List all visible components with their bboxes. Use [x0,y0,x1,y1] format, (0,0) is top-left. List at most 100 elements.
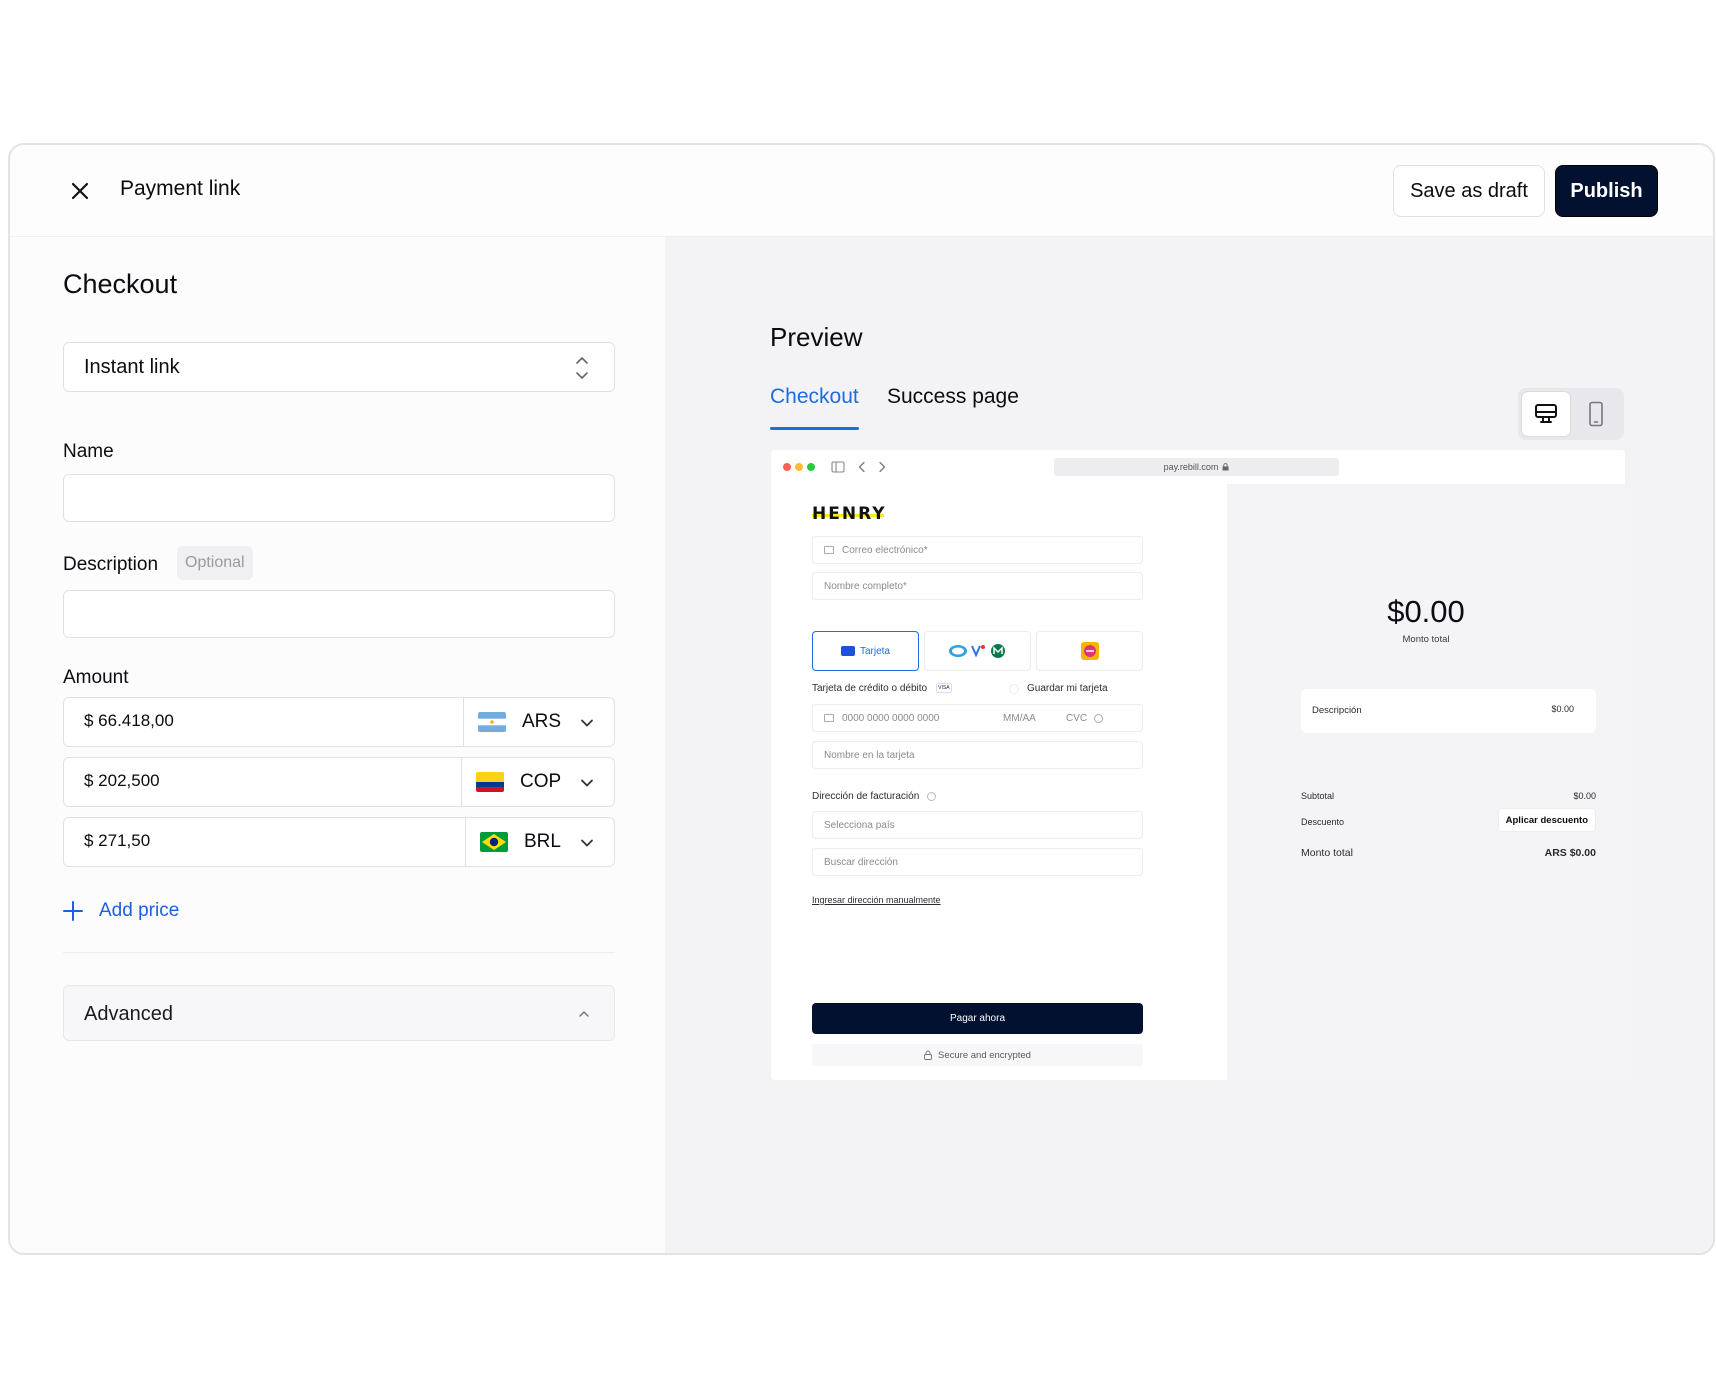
grand-total-label: Monto total [1301,847,1353,859]
browser-toolbar: pay.rebill.com [771,450,1625,484]
chevron-updown-icon [576,357,588,379]
total-amount: $0.00 [1387,594,1465,629]
desktop-icon [1535,404,1557,423]
window-maximize-dot [807,463,815,471]
subtotal-label: Subtotal [1301,791,1335,801]
lock-icon [1222,463,1229,471]
card-outline-icon [824,714,834,722]
save-card-label: Guardar mi tarjeta [1027,683,1108,694]
url-bar: pay.rebill.com [1054,458,1339,476]
description-input[interactable] [63,590,615,638]
pay-now-button[interactable]: Pagar ahora [812,1003,1143,1034]
link-type-value: Instant link [84,356,180,378]
wallet-logos-icon [948,644,1005,658]
card-section-text: Tarjeta de crédito o débito [812,683,928,694]
grand-total-value: ARS $0.00 [1544,847,1596,859]
currency-code: BRL [524,831,561,852]
window-close-dot [783,463,791,471]
manual-address-link[interactable]: Ingresar dirección manualmente [812,895,941,905]
save-card-radio[interactable] [1009,683,1019,694]
argentina-flag-icon [478,712,506,732]
currency-code: COP [520,771,562,792]
info-icon [1094,713,1103,723]
order-summary-preview: $0.00 Monto total Descripción $0.00 Subt… [1227,484,1625,1080]
card-number-placeholder: 0000 0000 0000 0000 [842,712,940,724]
description-line-card: Descripción $0.00 [1301,689,1596,733]
price-amount-input[interactable]: $ 271,50 [63,817,467,867]
sidebar-icon [831,461,845,473]
active-tab-indicator [770,427,859,430]
checkout-preview-browser: pay.rebill.com HENRY Correo electrónico*… [771,450,1625,1080]
currency-code: ARS [522,711,562,732]
payment-link-window: Payment link Save as draft Publish Check… [8,143,1715,1255]
currency-select[interactable]: BRL [465,817,615,867]
card-section-label: Tarjeta de crédito o débito VISA [812,683,952,694]
tab-success-page[interactable]: Success page [887,385,1019,409]
save-draft-button[interactable]: Save as draft [1393,165,1545,217]
description-label: Description [63,554,159,575]
add-price-button[interactable]: Add price [63,900,179,922]
mobile-view-button[interactable] [1571,391,1621,437]
email-field[interactable]: Correo electrónico* [812,536,1143,564]
secure-badge: Secure and encrypted [812,1044,1143,1066]
fullname-placeholder: Nombre completo* [824,580,907,592]
card-number-field[interactable]: 0000 0000 0000 0000 MM/AA CVC [812,704,1143,732]
page-title: Payment link [120,177,241,200]
visa-icon: VISA [935,683,952,694]
optional-badge: Optional [177,546,253,580]
payment-method-other[interactable] [1036,631,1143,671]
divider [63,952,615,953]
price-amount-input[interactable]: $ 202,500 [63,757,463,807]
chevron-up-icon [579,1011,589,1017]
secure-text: Secure and encrypted [938,1049,1031,1061]
checkout-form-preview: HENRY Correo electrónico* Nombre complet… [771,484,1227,1080]
payment-method-wallets[interactable] [924,631,1031,671]
plus-icon [63,901,83,921]
payment-method-card[interactable]: Tarjeta [812,631,919,671]
price-row: $ 271,50 BRL [63,817,615,867]
grand-total-row: Monto total ARS $0.00 [1301,847,1596,859]
url-text: pay.rebill.com [1163,462,1219,472]
publish-button[interactable]: Publish [1555,165,1658,217]
store-logo-icon [1080,642,1099,660]
subtotal-value: $0.00 [1573,791,1596,801]
address-placeholder: Buscar dirección [824,856,898,868]
cvc-placeholder: CVC [1066,712,1088,724]
mobile-icon [1589,401,1603,427]
advanced-section-toggle[interactable]: Advanced [63,985,615,1041]
close-icon[interactable] [66,177,94,205]
description-line-value: $0.00 [1551,704,1574,714]
advanced-label: Advanced [84,1003,173,1025]
brazil-flag-icon [480,832,508,852]
subtotal-row: Subtotal $0.00 [1301,791,1596,801]
tab-checkout[interactable]: Checkout [770,385,859,409]
colombia-flag-icon [476,772,504,792]
address-search-field[interactable]: Buscar dirección [812,848,1143,876]
form-panel: Checkout Instant link Name Description O… [10,237,665,1253]
chevron-down-icon [581,839,593,847]
card-name-field[interactable]: Nombre en la tarjeta [812,741,1143,769]
country-select[interactable]: Selecciona país [812,811,1143,839]
price-amount-input[interactable]: $ 66.418,00 [63,697,465,747]
currency-select[interactable]: ARS [463,697,615,747]
section-title: Checkout [63,269,178,299]
description-line-label: Descripción [1312,705,1362,716]
email-placeholder: Correo electrónico* [842,544,928,556]
header-bar: Payment link Save as draft Publish [10,145,1713,237]
brand-logo: HENRY [812,504,887,524]
currency-select[interactable]: COP [461,757,615,807]
name-input[interactable] [63,474,615,522]
chevron-down-icon [581,779,593,787]
help-icon [927,792,937,801]
price-row: $ 202,500 COP [63,757,615,807]
save-card-checkbox[interactable]: Guardar mi tarjeta [1009,683,1108,694]
padlock-icon [924,1050,932,1060]
apply-discount-button[interactable]: Aplicar descuento [1497,808,1596,832]
discount-label: Descuento [1301,817,1345,827]
link-type-select[interactable]: Instant link [63,342,615,392]
billing-label-text: Dirección de facturación [812,791,920,802]
fullname-field[interactable]: Nombre completo* [812,572,1143,600]
back-icon [858,461,865,473]
device-toggle [1518,388,1624,440]
desktop-view-button[interactable] [1521,391,1571,437]
